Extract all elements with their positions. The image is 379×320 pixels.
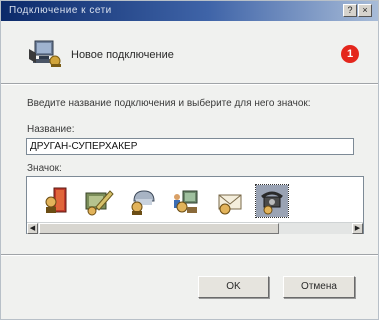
connection-name-input[interactable] [26, 138, 354, 155]
icon-list[interactable]: ◀ ▶ [26, 176, 364, 234]
separator-bottom [1, 254, 378, 256]
scroll-right-button[interactable]: ▶ [352, 223, 363, 234]
step-number-badge: 1 [341, 45, 359, 63]
scroll-left-button[interactable]: ◀ [27, 223, 38, 234]
window-title: Подключение к сети [9, 5, 112, 16]
connection-computer-icon [29, 40, 61, 67]
scrollbar-thumb[interactable] [39, 223, 279, 234]
new-connection-dialog: Подключение к сети ? × Новое подключение… [0, 0, 379, 320]
close-button[interactable]: × [358, 4, 372, 17]
cancel-button[interactable]: Отмена [283, 276, 355, 298]
name-label: Название: [27, 124, 75, 135]
phone-icon[interactable] [255, 184, 289, 218]
title-bar[interactable]: Подключение к сети ? × [1, 1, 378, 21]
computer-people-icon[interactable] [169, 185, 201, 217]
phone-network-icon[interactable] [126, 185, 158, 217]
instruction-text: Введите название подключения и выберите … [27, 98, 311, 109]
door-icon[interactable] [40, 185, 72, 217]
header-text: Новое подключение [71, 49, 174, 61]
ok-button[interactable]: OK [198, 276, 269, 298]
help-button[interactable]: ? [343, 4, 357, 17]
icon-list-scrollbar[interactable]: ◀ ▶ [27, 222, 363, 234]
pencil-computer-icon[interactable] [82, 185, 114, 217]
envelope-icon[interactable] [213, 185, 245, 217]
separator [1, 83, 378, 85]
icon-label: Значок: [27, 163, 62, 174]
